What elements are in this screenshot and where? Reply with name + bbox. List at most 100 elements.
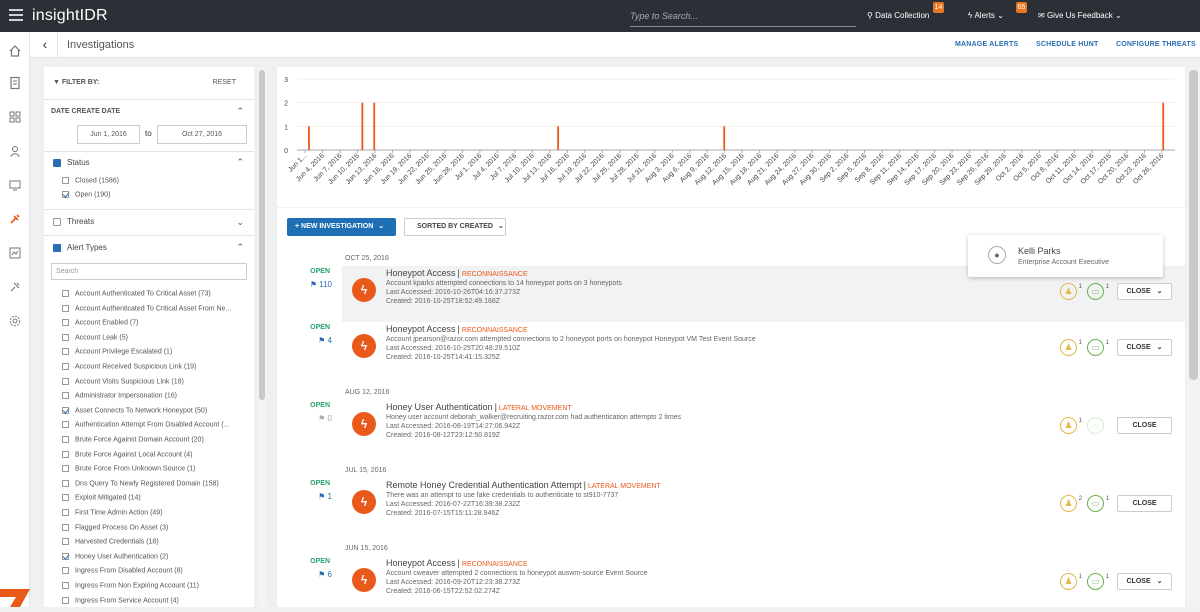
alert-type-checkbox[interactable]: Honey User Authentication (2) xyxy=(62,552,247,560)
home-icon[interactable] xyxy=(8,44,22,58)
asset-laptop-icon[interactable]: ▭ 1 xyxy=(1087,283,1109,300)
date-from-input[interactable]: Jun 1, 2016 xyxy=(77,125,140,144)
investigation-row[interactable]: OPEN ⚑ 4 ϟ Honeypot Access | RECONNAISSANCE Ac… xyxy=(310,322,1185,378)
alert-type-checkbox[interactable]: Account Received Suspicious Link (19) xyxy=(62,363,247,370)
dashboard-icon[interactable] xyxy=(8,110,22,124)
alert-type-checkbox[interactable]: Account Enabled (7) xyxy=(62,319,247,327)
threats-section-toggle[interactable]: Threats xyxy=(53,217,94,226)
users-icon[interactable] xyxy=(8,144,22,158)
alert-type-checkbox[interactable]: Brute Force Against Domain Account (20) xyxy=(62,436,247,443)
status-section-toggle[interactable]: Status xyxy=(53,158,90,167)
investigation-title[interactable]: Honeypot Access | RECONNAISSANCE xyxy=(386,558,528,568)
investigation-row[interactable]: OPEN ⚑ 6 ϟ Honeypot Access | RECONNAISSANCE Ac… xyxy=(310,556,1185,612)
investigation-title[interactable]: Honeypot Access | RECONNAISSANCE xyxy=(386,324,528,334)
alert-type-checkbox[interactable]: Harvested Credentials (18) xyxy=(62,538,247,546)
chevron-down-icon: ⌄ xyxy=(497,223,504,230)
chevron-down-icon: ⌄ xyxy=(1114,11,1122,20)
back-chevron-icon[interactable]: ‹ xyxy=(36,35,54,53)
alert-type-checkbox[interactable]: Account Visits Suspicious Link (18) xyxy=(62,377,247,385)
filter-scrollbar-thumb[interactable] xyxy=(259,70,265,400)
chevron-up-icon[interactable]: ⌃ xyxy=(236,106,244,117)
assets-icon[interactable] xyxy=(8,178,22,192)
alert-type-label: Authentication Attempt From Disabled Acc… xyxy=(75,421,230,429)
user-icon[interactable]: ♟ 1 xyxy=(1060,573,1082,590)
alert-type-checkbox[interactable]: Exploit Mitigated (14) xyxy=(62,494,247,502)
close-investigation-button[interactable]: CLOSE xyxy=(1117,417,1172,434)
alert-type-checkbox[interactable]: Account Authenticated To Critical Asset … xyxy=(62,290,247,297)
settings-gear-icon[interactable] xyxy=(8,314,22,328)
feedback-menu[interactable]: ✉ Give Us Feedback ⌄ xyxy=(1038,11,1122,20)
data-collection-menu[interactable]: ⚲ Data Collection xyxy=(867,11,929,20)
user-count: 2 xyxy=(1078,496,1082,502)
sort-dropdown[interactable]: SORTED BY CREATED ⌄ xyxy=(404,218,506,236)
alert-type-checkbox[interactable]: Authentication Attempt From Disabled Acc… xyxy=(62,421,247,429)
created-time: Created: 2016-08-12T23:12:50.819Z xyxy=(386,432,501,439)
alert-type-checkbox[interactable]: Brute Force Against Local Account (4) xyxy=(62,450,247,458)
alert-type-checkbox[interactable]: Administrator Impersonation (16) xyxy=(62,392,247,400)
asset-laptop-icon[interactable]: ▭ xyxy=(1087,417,1104,434)
alert-types-search-input[interactable]: Search xyxy=(51,263,247,280)
rapid7-logo-icon xyxy=(0,589,30,607)
alert-type-checkbox[interactable]: Asset Connects To Network Honeypot (50) xyxy=(62,406,247,414)
investigations-timeline-chart: 0 1 2 3 Jun 1... Jun 4, 2016 Jun 7, 2016 Jun 10… xyxy=(277,67,1185,207)
chevron-down-icon[interactable]: ⌄ xyxy=(236,217,244,228)
checkbox-icon xyxy=(62,177,69,184)
alert-type-checkbox[interactable]: Ingress From Disabled Account (8) xyxy=(62,567,247,575)
configure-threats-link[interactable]: CONFIGURE THREATS xyxy=(1116,41,1196,48)
user-icon[interactable]: ♟ 1 xyxy=(1060,283,1082,300)
hamburger-menu-icon[interactable] xyxy=(9,9,23,23)
user-name[interactable]: Kelli Parks xyxy=(1018,246,1061,256)
user-icon[interactable]: ♟ 1 xyxy=(1060,417,1082,434)
alert-type-checkbox[interactable]: Account Privilege Escalated (1) xyxy=(62,348,247,356)
report-icon[interactable] xyxy=(8,76,22,90)
close-investigation-button[interactable]: CLOSE ⌄ xyxy=(1117,283,1172,300)
alert-type-checkbox[interactable]: Ingress From Service Account (4) xyxy=(62,596,247,604)
investigations-icon[interactable] xyxy=(8,212,22,226)
investigation-title[interactable]: Remote Honey Credential Authentication A… xyxy=(386,480,661,490)
chevron-up-icon[interactable]: ⌃ xyxy=(236,242,244,253)
alert-type-checkbox[interactable]: Dns Query To Newly Registered Domain (15… xyxy=(62,479,247,487)
alert-count: ⚑ 110 xyxy=(309,280,332,289)
investigation-row[interactable]: OPEN ⚑ 0 ϟ Honey User Authentication | LATERA… xyxy=(310,400,1185,456)
asset-laptop-icon[interactable]: ▭ 1 xyxy=(1087,339,1109,356)
chevron-up-icon[interactable]: ⌃ xyxy=(236,157,244,168)
close-investigation-button[interactable]: CLOSE ⌄ xyxy=(1117,339,1172,356)
checkbox-indeterminate-icon xyxy=(53,243,61,252)
chart-bar xyxy=(361,102,364,150)
checkbox-icon xyxy=(62,436,69,443)
user-icon[interactable]: ♟ 2 xyxy=(1060,495,1082,512)
log-search-icon[interactable] xyxy=(8,246,22,260)
alert-type-checkbox[interactable]: First Time Admin Action (49) xyxy=(62,509,247,516)
alert-type-checkbox[interactable]: Ingress From Non Expiring Account (11) xyxy=(62,582,247,589)
global-search-input[interactable]: Type to Search... xyxy=(630,8,856,27)
alert-types-section-toggle[interactable]: Alert Types xyxy=(53,243,107,252)
reset-filter-button[interactable]: RESET xyxy=(213,79,236,86)
alert-type-checkbox[interactable]: Flagged Process On Asset (3) xyxy=(62,523,247,531)
schedule-hunt-link[interactable]: SCHEDULE HUNT xyxy=(1036,41,1099,48)
investigation-row[interactable]: OPEN ⚑ 1 ϟ Remote Honey Credential Authenti… xyxy=(310,478,1185,534)
user-icon[interactable]: ♟ 1 xyxy=(1060,339,1082,356)
investigation-title[interactable]: Honey User Authentication | LATERAL MOVEME… xyxy=(386,402,572,412)
status-open-checkbox[interactable]: Open (190) xyxy=(62,191,110,198)
status-closed-checkbox[interactable]: Closed (1586) xyxy=(62,177,119,184)
alerts-menu[interactable]: ϟ Alerts ⌄ xyxy=(968,11,1004,20)
chart-bar xyxy=(373,102,376,150)
main-scrollbar-thumb[interactable] xyxy=(1189,70,1198,380)
alert-type-checkbox[interactable]: Account Leak (5) xyxy=(62,333,247,341)
manage-alerts-link[interactable]: MANAGE ALERTS xyxy=(955,41,1018,48)
alert-type-checkbox[interactable]: Account Authenticated To Critical Asset … xyxy=(62,304,247,312)
last-accessed: Last Accessed: 2016-10-25T20:48:29.510Z xyxy=(386,345,521,352)
y-tick-label: 1 xyxy=(284,124,288,131)
asset-laptop-icon[interactable]: ▭ 1 xyxy=(1087,573,1109,590)
deception-icon[interactable] xyxy=(8,280,22,294)
alert-type-checkbox[interactable]: Brute Force From Unknown Source (1) xyxy=(62,465,247,473)
new-investigation-button[interactable]: + NEW INVESTIGATION ⌄ xyxy=(287,218,396,236)
asset-count: 1 xyxy=(1105,574,1109,580)
app-logo[interactable]: insightIDR xyxy=(32,7,108,25)
status-label: OPEN xyxy=(310,558,330,565)
close-investigation-button[interactable]: CLOSE xyxy=(1117,495,1172,512)
asset-laptop-icon[interactable]: ▭ 1 xyxy=(1087,495,1109,512)
close-investigation-button[interactable]: CLOSE ⌄ xyxy=(1117,573,1172,590)
date-to-input[interactable]: Oct 27, 2016 xyxy=(157,125,247,144)
investigation-title[interactable]: Honeypot Access | RECONNAISSANCE xyxy=(386,268,528,278)
